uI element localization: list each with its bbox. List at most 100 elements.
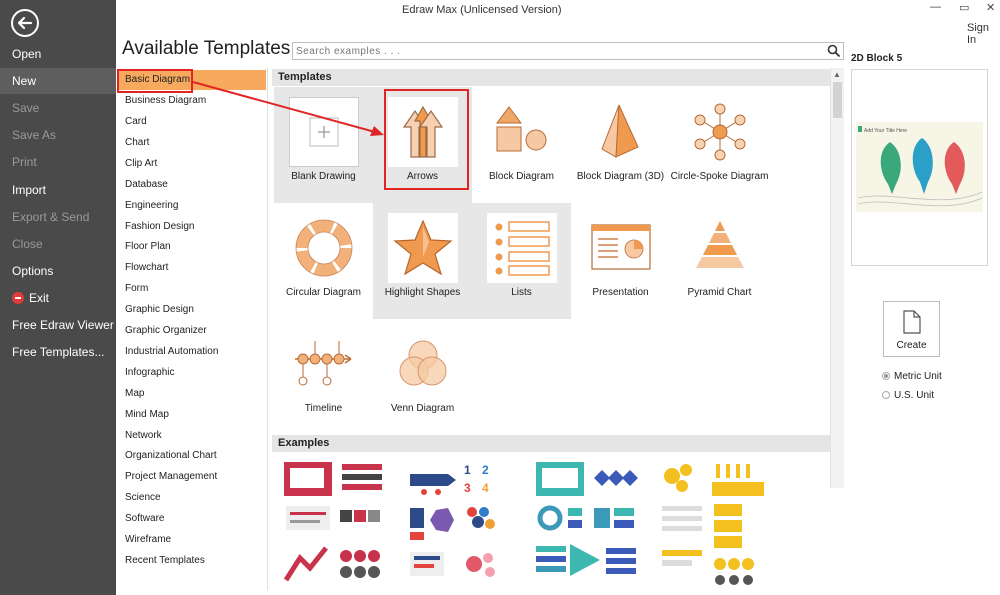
templates-panel: Templates Blank Drawing Arrows Block Dia…: [272, 68, 844, 590]
templates-section-header: Templates: [272, 69, 832, 86]
example-thumbnail[interactable]: [534, 460, 644, 590]
search-input[interactable]: [293, 43, 813, 60]
menu-close[interactable]: Close: [0, 231, 116, 257]
category-item-organizational-chart[interactable]: Organizational Chart: [118, 446, 266, 466]
menu-free-edraw-viewer[interactable]: Free Edraw Viewer: [0, 312, 116, 338]
restore-button[interactable]: ▭: [959, 1, 969, 14]
menu-free-templates[interactable]: Free Templates...: [0, 339, 116, 365]
example-thumbnail[interactable]: 1 2 3 4: [408, 460, 518, 590]
lists-icon: [487, 213, 557, 283]
menu-save[interactable]: Save: [0, 95, 116, 121]
timeline-icon: [289, 329, 359, 399]
template-tile-lists[interactable]: Lists: [472, 203, 571, 319]
create-button-label: Create: [896, 340, 927, 351]
category-item-flowchart[interactable]: Flowchart: [118, 258, 266, 278]
svg-text:1: 1: [464, 463, 471, 477]
template-preview: Add Your Title Here: [851, 69, 988, 266]
category-item-graphic-design[interactable]: Graphic Design: [118, 300, 266, 320]
blank-drawing-icon: [289, 97, 359, 167]
template-tile-pyramid-chart[interactable]: Pyramid Chart: [670, 203, 769, 319]
category-item-recent-templates[interactable]: Recent Templates: [118, 551, 266, 571]
metric-unit-option[interactable]: Metric Unit: [882, 371, 942, 382]
category-item-chart[interactable]: Chart: [118, 133, 266, 153]
example-thumbnail[interactable]: [282, 460, 392, 590]
template-tile-block-diagram-3d[interactable]: Block Diagram (3D): [571, 87, 670, 203]
category-item-software[interactable]: Software: [118, 509, 266, 529]
create-button[interactable]: Create: [883, 301, 940, 357]
template-label: Presentation: [592, 287, 649, 298]
menu-options[interactable]: Options: [0, 258, 116, 284]
pyramid-chart-icon: [685, 213, 755, 283]
templates-scrollbar[interactable]: ▲: [830, 68, 844, 488]
metric-unit-radio[interactable]: [882, 372, 890, 380]
category-item-infographic[interactable]: Infographic: [118, 363, 266, 383]
category-item-clip-art[interactable]: Clip Art: [118, 154, 266, 174]
template-tile-presentation[interactable]: Presentation: [571, 203, 670, 319]
sign-in-link[interactable]: Sign In: [967, 22, 1000, 46]
back-button[interactable]: [11, 9, 39, 37]
category-item-form[interactable]: Form: [118, 279, 266, 299]
category-item-card[interactable]: Card: [118, 112, 266, 132]
annotation-highlight-category: [117, 69, 193, 93]
menu-save-as[interactable]: Save As: [0, 122, 116, 148]
category-item-floor-plan[interactable]: Floor Plan: [118, 237, 266, 257]
new-document-icon: [903, 310, 921, 334]
template-tile-venn-diagram[interactable]: Venn Diagram: [373, 319, 472, 435]
annotation-highlight-arrows: [384, 89, 469, 190]
circular-diagram-icon: [289, 213, 359, 283]
category-item-map[interactable]: Map: [118, 384, 266, 404]
preview-thumb-title: Add Your Title Here: [864, 128, 907, 134]
menu-exit[interactable]: Exit: [0, 285, 116, 311]
title-bar: Edraw Max (Unlicensed Version) — ▭ ✕: [116, 0, 1000, 20]
menu-print[interactable]: Print: [0, 149, 116, 175]
category-item-fashion-design[interactable]: Fashion Design: [118, 217, 266, 237]
scroll-up-arrow-icon[interactable]: ▲: [833, 70, 841, 79]
template-tile-block-diagram[interactable]: Block Diagram: [472, 87, 571, 203]
category-item-business-diagram[interactable]: Business Diagram: [118, 91, 266, 111]
us-unit-option[interactable]: U.S. Unit: [882, 390, 934, 401]
examples-section-header: Examples: [272, 435, 832, 452]
close-window-button[interactable]: ✕: [986, 1, 995, 14]
page-title: Available Templates: [122, 38, 291, 59]
svg-text:2: 2: [482, 463, 489, 477]
menu-open[interactable]: Open: [0, 41, 116, 67]
category-item-science[interactable]: Science: [118, 488, 266, 508]
template-tile-blank-drawing[interactable]: Blank Drawing: [274, 87, 373, 203]
exit-icon: [12, 292, 24, 304]
template-tile-circular-diagram[interactable]: Circular Diagram: [274, 203, 373, 319]
category-item-wireframe[interactable]: Wireframe: [118, 530, 266, 550]
presentation-icon: [586, 213, 656, 283]
us-unit-radio[interactable]: [882, 391, 890, 399]
template-label: Circular Diagram: [285, 287, 361, 298]
category-item-engineering[interactable]: Engineering: [118, 196, 266, 216]
category-item-project-management[interactable]: Project Management: [118, 467, 266, 487]
block-diagram-icon: [487, 97, 557, 167]
back-arrow-icon: [17, 16, 33, 30]
category-item-mind-map[interactable]: Mind Map: [118, 405, 266, 425]
menu-new[interactable]: New: [0, 68, 116, 94]
menu-exit-label: Exit: [29, 291, 50, 305]
template-tile-timeline[interactable]: Timeline: [274, 319, 373, 435]
template-label: Timeline: [304, 403, 343, 414]
template-label: Blank Drawing: [291, 171, 356, 182]
example-thumbnail[interactable]: [660, 460, 770, 590]
category-item-industrial-automation[interactable]: Industrial Automation: [118, 342, 266, 362]
template-tile-highlight-shapes[interactable]: Highlight Shapes: [373, 203, 472, 319]
template-label: Lists: [511, 287, 532, 298]
category-item-graphic-organizer[interactable]: Graphic Organizer: [118, 321, 266, 341]
file-menu: Open New Save Save As Print Import Expor…: [0, 0, 116, 595]
category-item-network[interactable]: Network: [118, 426, 266, 446]
scroll-thumb[interactable]: [833, 82, 842, 118]
edraw-new-document-screen: Open New Save Save As Print Import Expor…: [0, 0, 1000, 595]
search-icon[interactable]: [827, 44, 841, 58]
category-list: Basic Diagram Business Diagram Card Char…: [118, 68, 268, 590]
star-icon: [388, 213, 458, 283]
menu-import[interactable]: Import: [0, 177, 116, 203]
minimize-button[interactable]: —: [930, 1, 941, 13]
search-box: [292, 42, 844, 60]
category-item-database[interactable]: Database: [118, 175, 266, 195]
template-label: Venn Diagram: [390, 403, 455, 414]
template-tile-circle-spoke-diagram[interactable]: Circle-Spoke Diagram: [670, 87, 769, 203]
menu-export-send[interactable]: Export & Send: [0, 204, 116, 230]
venn-diagram-icon: [388, 329, 458, 399]
